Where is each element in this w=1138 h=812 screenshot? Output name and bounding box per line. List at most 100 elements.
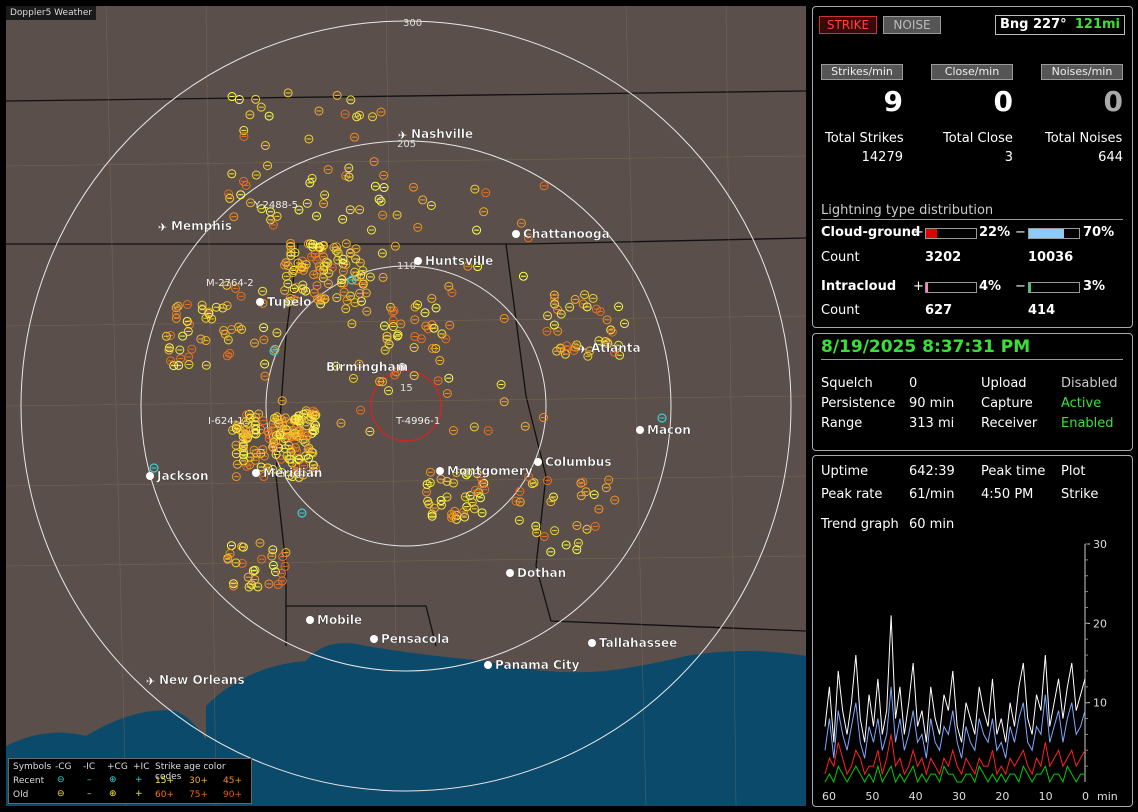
strike-marker xyxy=(444,373,454,383)
upload-value: Disabled xyxy=(1061,376,1118,391)
trend-graph-label: Trend graph xyxy=(821,517,899,532)
squelch-value: 0 xyxy=(909,376,918,391)
strike-marker xyxy=(442,492,452,502)
strike-marker xyxy=(572,521,582,531)
strike-marker xyxy=(548,492,558,502)
strike-marker xyxy=(341,304,351,314)
strike-marker xyxy=(338,214,348,224)
strike-marker xyxy=(594,504,604,514)
city-dot-icon xyxy=(256,298,264,306)
strikes-per-min-label: Strikes/min xyxy=(821,64,903,80)
strike-marker xyxy=(370,181,380,191)
x-tick-label: 60 xyxy=(822,790,836,803)
strike-marker xyxy=(427,293,437,303)
total-close-value: 3 xyxy=(1004,150,1013,165)
noises-per-min-value: 0 xyxy=(1103,85,1123,118)
city-huntsville: Huntsville xyxy=(414,254,493,268)
bearing-readout: Bng 227° 121mi xyxy=(995,15,1125,35)
strike-marker xyxy=(610,495,620,505)
strike-marker xyxy=(231,449,241,459)
city-chattanooga: Chattanooga xyxy=(512,227,610,241)
receiver-value: Enabled xyxy=(1061,416,1114,431)
strike-marker xyxy=(225,193,235,203)
storm-tag-4: T-4996-1 xyxy=(395,416,440,427)
strike-marker xyxy=(355,205,365,215)
strike-marker xyxy=(171,313,181,323)
strike-marker xyxy=(377,248,387,258)
cg-positive-count: 3202 xyxy=(925,250,962,265)
storm-tag-1: Y-2488-5 xyxy=(253,200,298,211)
strike-marker xyxy=(368,112,378,122)
city-name: Pensacola xyxy=(381,632,449,646)
radar-map[interactable]: 300 205 110 15 ✈ Nashville ✈ Memphis Chattan… xyxy=(6,6,806,806)
range-value: 313 mi xyxy=(909,416,955,431)
airport-icon: ✈ xyxy=(158,221,167,234)
strike-mode-button[interactable]: STRIKE xyxy=(819,16,877,34)
city-name: Tallahassee xyxy=(599,636,677,650)
map-canvas[interactable]: 300 205 110 15 ✈ Nashville✈ MemphisChattan… xyxy=(6,6,806,806)
strike-marker xyxy=(161,331,171,341)
cg-label: Cloud-ground xyxy=(821,225,921,240)
legend-age-75: 75+ xyxy=(189,790,208,800)
city-macon: Macon xyxy=(636,423,691,437)
city-name: Panama City xyxy=(495,658,580,672)
strike-marker xyxy=(561,540,571,550)
ic-count-label: Count xyxy=(821,303,860,318)
city-dot-icon xyxy=(146,472,154,480)
bearing-value: Bng 227° xyxy=(1000,17,1067,32)
strike-marker xyxy=(236,190,246,200)
cg-positive-fill xyxy=(926,229,937,238)
total-close-label: Total Close xyxy=(943,131,1013,146)
ic-plus-sign: + xyxy=(913,279,924,294)
strike-marker xyxy=(445,320,455,330)
city-name: Macon xyxy=(647,423,691,437)
strike-marker xyxy=(431,303,441,313)
strike-marker xyxy=(379,321,389,331)
strike-marker xyxy=(264,579,274,589)
persistence-value: 90 min xyxy=(909,396,955,411)
recent-strike-marker xyxy=(297,508,307,518)
strike-marker xyxy=(470,184,480,194)
distance-value: 121mi xyxy=(1074,17,1120,32)
strike-marker xyxy=(272,211,282,221)
city-name: Mobile xyxy=(317,613,362,627)
strike-marker xyxy=(312,211,322,221)
strike-marker xyxy=(307,173,317,183)
strike-marker xyxy=(425,467,435,477)
strike-marker xyxy=(433,376,443,386)
legend-age-60: 60+ xyxy=(155,790,174,800)
strike-marker xyxy=(283,279,293,289)
x-tick-label: 10 xyxy=(1039,790,1053,803)
uptime-label: Uptime xyxy=(821,464,869,479)
strike-marker xyxy=(356,405,366,415)
airport-icon: ✈ xyxy=(398,129,407,142)
noise-mode-button[interactable]: NOISE xyxy=(883,16,941,34)
strike-marker xyxy=(418,195,428,205)
strike-marker xyxy=(260,359,270,369)
strike-marker xyxy=(565,302,575,312)
noises-per-min-label: Noises/min xyxy=(1041,64,1123,80)
strike-marker xyxy=(184,352,194,362)
ic-negative-fill xyxy=(1029,283,1031,292)
strike-marker xyxy=(580,290,590,300)
cg-plus-sign: + xyxy=(913,225,924,240)
strike-marker xyxy=(550,526,560,536)
strike-marker xyxy=(477,508,487,518)
close-per-min-label: Close/min xyxy=(931,64,1013,80)
plot-value[interactable]: Strike xyxy=(1061,487,1098,502)
strike-marker xyxy=(542,326,552,336)
trend-series-3 xyxy=(824,764,1085,784)
strike-marker xyxy=(226,541,236,551)
strike-marker xyxy=(601,483,611,493)
strike-marker xyxy=(362,306,372,316)
cg-positive-pct: 22% xyxy=(979,225,1011,240)
strike-marker xyxy=(520,421,530,431)
strike-marker xyxy=(340,109,350,119)
legend-age-30: 30+ xyxy=(189,776,208,786)
total-noises-value: 644 xyxy=(1098,150,1123,165)
strike-marker xyxy=(546,547,556,557)
legend-col-neg-ic: -IC xyxy=(83,762,96,772)
strike-marker xyxy=(447,288,457,298)
trend-graph-value: 60 min xyxy=(909,517,955,532)
strike-marker xyxy=(379,170,389,180)
